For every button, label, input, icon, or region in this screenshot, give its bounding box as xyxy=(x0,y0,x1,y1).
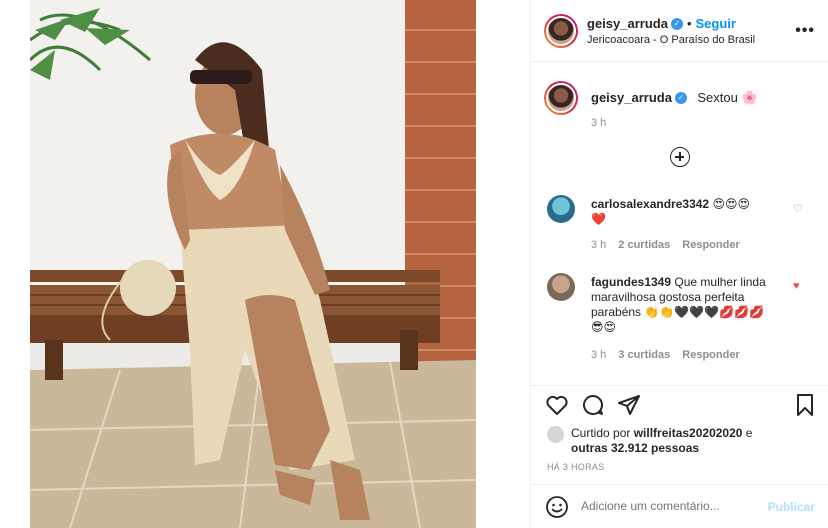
post-actions: Curtido por willfreitas20202020 e outras… xyxy=(531,385,828,465)
verified-icon: ✓ xyxy=(670,17,683,30)
comment-username[interactable]: carlosalexandre3342 xyxy=(591,197,709,211)
share-paper-plane-icon[interactable] xyxy=(617,393,641,417)
liked-by-text: Curtido por willfreitas20202020 e outras… xyxy=(547,426,752,456)
page-background xyxy=(0,0,30,528)
liked-by-mid: e xyxy=(742,426,753,440)
liker-avatar[interactable] xyxy=(547,426,564,443)
comment-meta: 3 h 3 curtidas Responder xyxy=(591,349,752,361)
comment-likes[interactable]: 3 curtidas xyxy=(618,349,670,361)
comment-text-line1: Que mulher linda xyxy=(674,275,766,289)
caption-time[interactable]: 3 h xyxy=(591,117,606,129)
save-bookmark-icon[interactable] xyxy=(793,393,817,417)
liked-by-prefix: Curtido por xyxy=(571,426,634,440)
caption-avatar[interactable] xyxy=(544,81,578,115)
comment-liked-heart-icon[interactable]: ♥ xyxy=(793,280,800,292)
comment-text-line2: maravilhosa gostosa perfeita xyxy=(591,290,745,304)
add-comment-bar: Publicar xyxy=(531,484,828,528)
verified-icon: ✓ xyxy=(674,91,687,104)
like-heart-icon[interactable] xyxy=(545,393,569,417)
post-photo[interactable] xyxy=(30,0,476,528)
comment-text-line4: 😎😍 xyxy=(591,320,617,334)
load-more-comments-icon[interactable] xyxy=(670,147,690,167)
reply-button[interactable]: Responder xyxy=(682,239,739,251)
comment-content: fagundes1349 Que mulher linda maravilhos… xyxy=(591,275,791,335)
author-line: geisy_arruda ✓ • Seguir xyxy=(587,15,736,33)
liked-by-others[interactable]: outras 32.912 pessoas xyxy=(571,441,699,455)
post-header: geisy_arruda ✓ • Seguir Jericoacoara - O Pa… xyxy=(531,0,828,62)
caption-line: geisy_arruda ✓ Sextou 🌸 xyxy=(591,89,758,107)
post-location[interactable]: Jericoacoara - O Paraíso do Brasil xyxy=(587,34,755,46)
caption-text: Sextou 🌸 xyxy=(697,90,758,105)
liked-by-user[interactable]: willfreitas20202020 xyxy=(634,426,743,440)
comment-likes[interactable]: 2 curtidas xyxy=(618,239,670,251)
emoji-picker-icon[interactable] xyxy=(545,495,569,519)
comment-content: carlosalexandre3342 😍😍😍 ❤️ xyxy=(591,197,791,227)
comment-meta: 3 h 2 curtidas Responder xyxy=(591,239,752,251)
author-username[interactable]: geisy_arruda xyxy=(587,16,668,31)
comments-section[interactable]: geisy_arruda ✓ Sextou 🌸 3 h carlosalexand… xyxy=(531,63,828,385)
comment-text-line3: parabéns 👏👏🖤🖤🖤💋💋💋 xyxy=(591,305,764,319)
caption-username[interactable]: geisy_arruda xyxy=(591,90,672,105)
comment-username[interactable]: fagundes1349 xyxy=(591,275,671,289)
commenter-avatar[interactable] xyxy=(547,195,575,223)
publish-button[interactable]: Publicar xyxy=(768,500,815,514)
separator-dot: • xyxy=(686,16,692,31)
commenter-avatar[interactable] xyxy=(547,273,575,301)
comment-input[interactable] xyxy=(581,499,761,513)
comment-text-line1: 😍😍😍 xyxy=(712,197,750,211)
author-avatar[interactable] xyxy=(544,14,578,48)
comment-time[interactable]: 3 h xyxy=(591,349,606,361)
comment-time[interactable]: 3 h xyxy=(591,239,606,251)
comment-bubble-icon[interactable] xyxy=(581,393,605,417)
post-timestamp[interactable]: HÁ 3 HORAS xyxy=(547,462,605,472)
reply-button[interactable]: Responder xyxy=(682,349,739,361)
follow-button[interactable]: Seguir xyxy=(696,16,736,31)
comment-like-heart-icon[interactable]: ♡ xyxy=(793,202,803,215)
comment-text-line2: ❤️ xyxy=(591,212,606,226)
more-options-icon[interactable]: ••• xyxy=(795,22,815,40)
post-sidebar: geisy_arruda ✓ • Seguir Jericoacoara - O Pa… xyxy=(530,0,828,528)
